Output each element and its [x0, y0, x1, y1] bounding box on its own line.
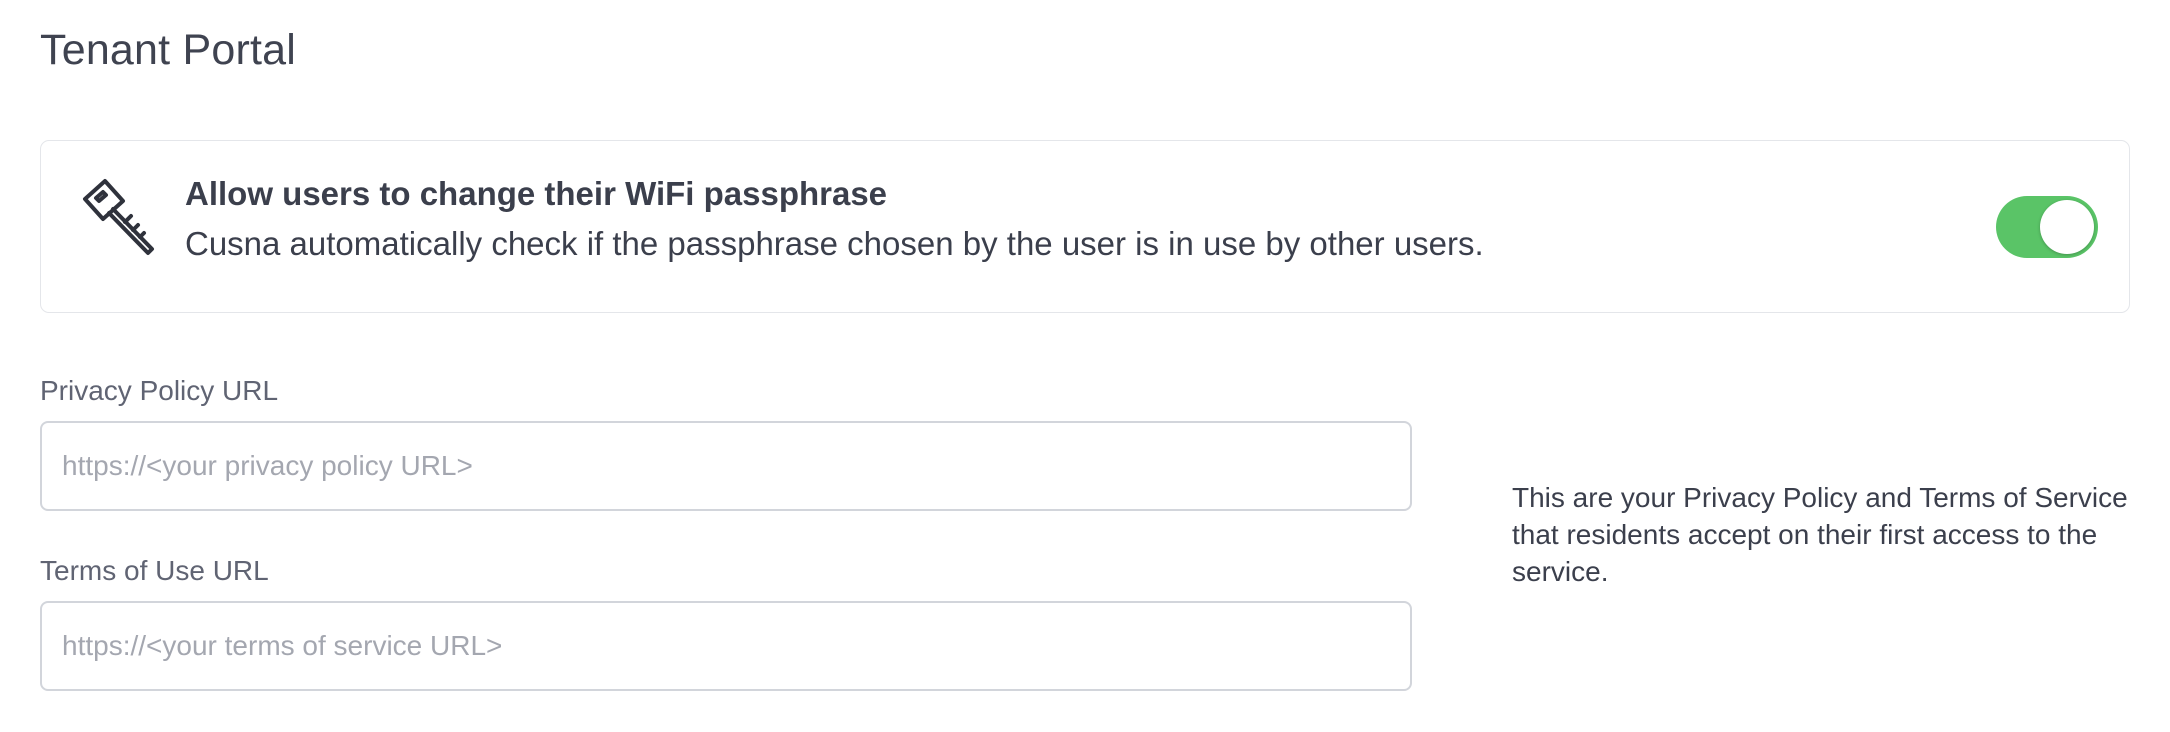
passphrase-setting-title: Allow users to change their WiFi passphr…: [185, 175, 888, 212]
policy-help-text: This are your Privacy Policy and Terms o…: [1512, 482, 2128, 587]
passphrase-setting-description: Cusna automatically check if the passphr…: [185, 225, 1484, 262]
passphrase-setting-card: Allow users to change their WiFi passphr…: [40, 140, 2130, 313]
privacy-policy-label: Privacy Policy URL: [40, 375, 279, 406]
key-icon: [75, 175, 159, 259]
privacy-policy-url-input[interactable]: [40, 421, 1412, 511]
terms-of-use-url-input[interactable]: [40, 601, 1412, 691]
toggle-knob: [2040, 200, 2094, 254]
terms-of-use-label: Terms of Use URL: [40, 555, 269, 586]
passphrase-toggle[interactable]: [1996, 196, 2098, 258]
page-title: Tenant Portal: [40, 26, 296, 74]
